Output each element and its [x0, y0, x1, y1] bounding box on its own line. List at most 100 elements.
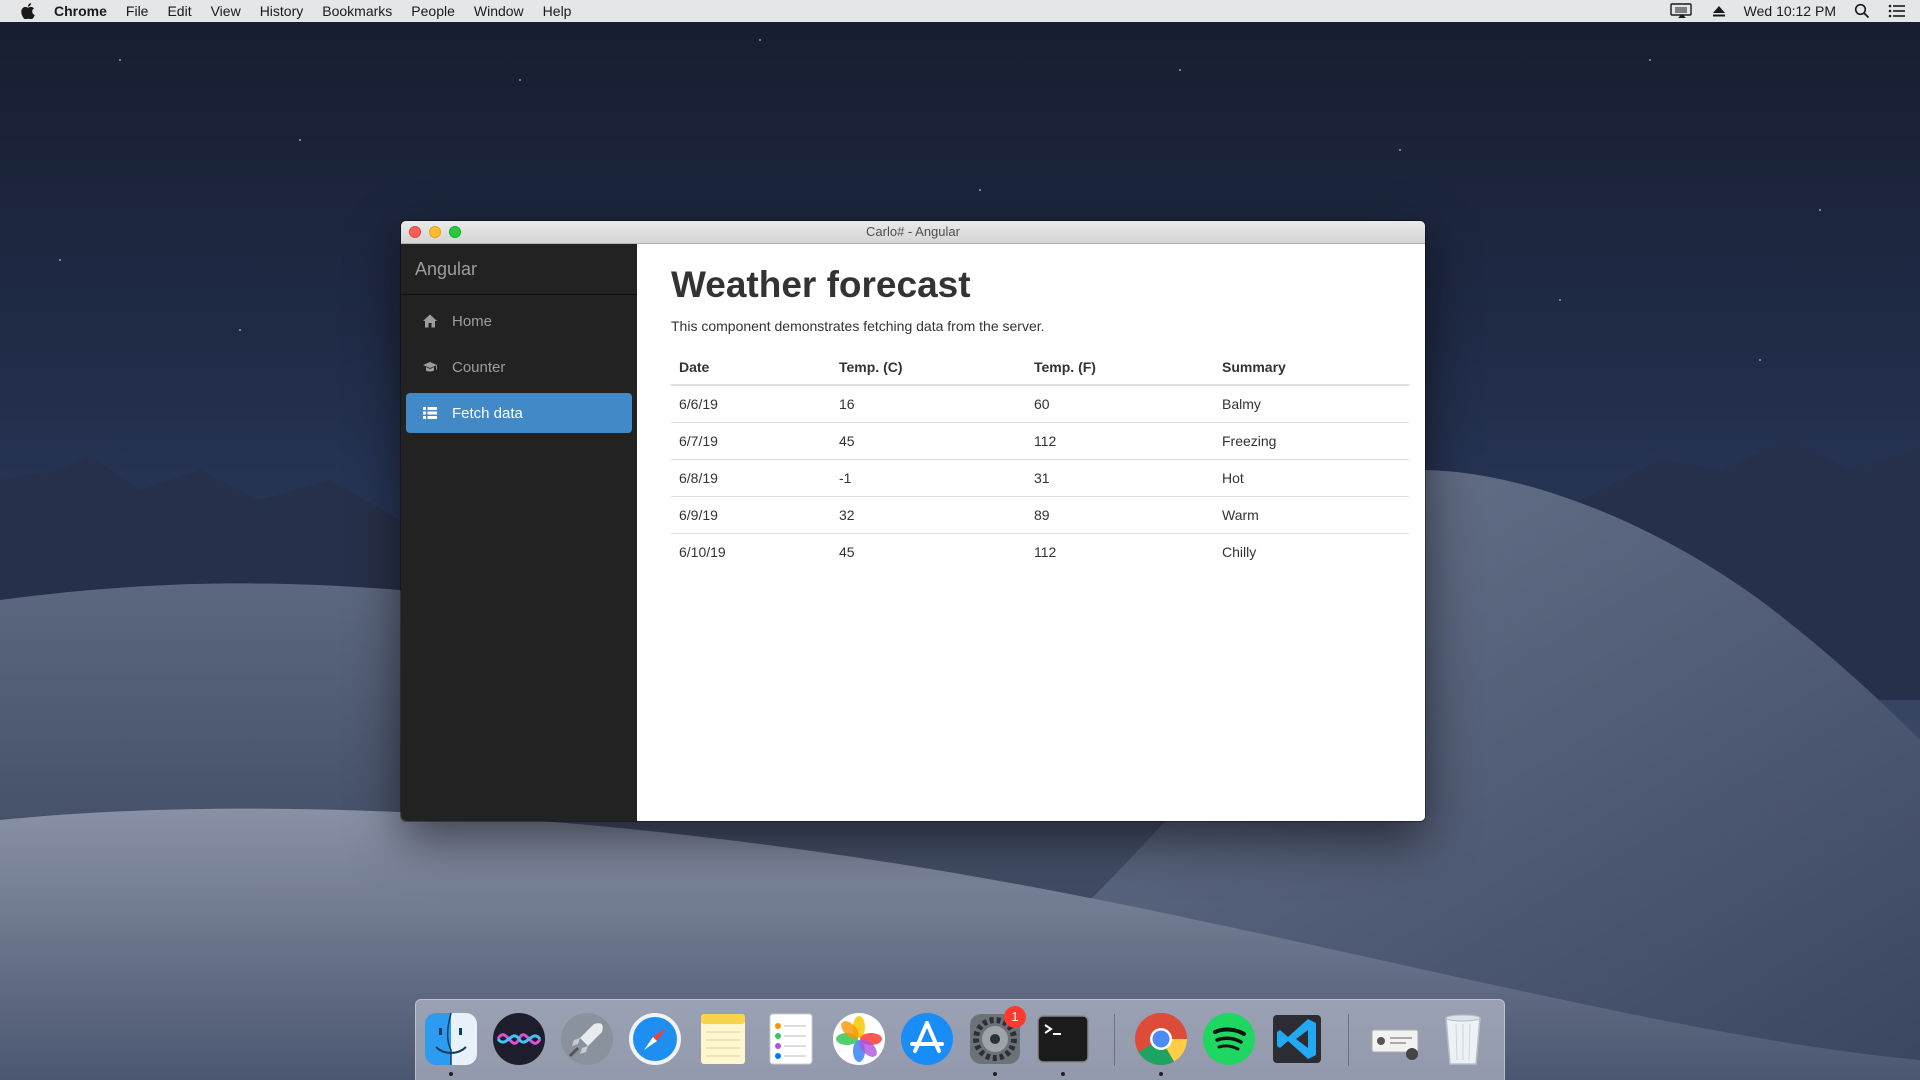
table-row: 6/7/19 45 112 Freezing: [671, 422, 1409, 460]
safari-icon: [629, 1013, 681, 1065]
notes-icon: [701, 1014, 745, 1064]
cell-date: 6/6/19: [679, 396, 718, 412]
launchpad-icon: [561, 1013, 613, 1065]
dock-item-finder[interactable]: [422, 1010, 480, 1076]
dock-item-app-store[interactable]: [898, 1010, 956, 1068]
window-zoom-button[interactable]: [449, 226, 461, 238]
nav-item-label: Home: [452, 312, 493, 330]
spotify-icon: [1203, 1013, 1255, 1065]
cell-temp-c: 32: [831, 496, 1026, 534]
window-titlebar[interactable]: Carlo# - Angular: [401, 221, 1425, 244]
dock-item-photos[interactable]: [830, 1010, 888, 1068]
column-header-date: Date: [671, 350, 831, 386]
menu-app-name[interactable]: Chrome: [54, 0, 107, 22]
list-icon: [422, 405, 438, 421]
running-indicator: [1159, 1072, 1163, 1076]
cell-date: 6/9/19: [671, 496, 831, 534]
app-content: Angular Home Counter Fetch data Weather …: [401, 244, 1425, 821]
dock-item-trash[interactable]: [1434, 1010, 1492, 1068]
spotlight-search-icon[interactable]: [1854, 3, 1870, 19]
nav-item-counter[interactable]: Counter: [406, 347, 632, 387]
menu-clock[interactable]: Wed 10:12 PM: [1744, 3, 1836, 19]
dock-item-siri[interactable]: [490, 1010, 548, 1068]
nav-item-label: Fetch data: [452, 404, 523, 422]
cell-summary: Balmy: [1222, 396, 1261, 412]
running-indicator: [1061, 1072, 1065, 1076]
window-close-button[interactable]: [409, 226, 421, 238]
sidebar: Angular Home Counter Fetch data: [401, 244, 637, 821]
table-row: 6/10/19 45 112 Chilly: [671, 533, 1409, 570]
menu-people[interactable]: People: [411, 0, 455, 22]
nav-menu: Home Counter Fetch data: [401, 301, 637, 433]
menu-edit[interactable]: Edit: [167, 0, 191, 22]
cell-temp-c: 16: [839, 396, 855, 412]
dock-item-spotify[interactable]: [1200, 1010, 1258, 1068]
cell-temp-c: -1: [831, 459, 1026, 497]
nav-item-fetch-data[interactable]: Fetch data: [406, 393, 632, 433]
cell-summary: Warm: [1214, 496, 1409, 534]
window-minimize-button[interactable]: [429, 226, 441, 238]
menu-help[interactable]: Help: [543, 0, 572, 22]
column-header-temp-f: Temp. (F): [1026, 350, 1214, 386]
menu-history[interactable]: History: [260, 0, 304, 22]
running-indicator: [449, 1072, 453, 1076]
dock-item-notes[interactable]: [694, 1010, 752, 1068]
page-description: This component demonstrates fetching dat…: [671, 318, 1045, 334]
cell-date: 6/10/19: [671, 533, 831, 570]
dock-item-launchpad[interactable]: [558, 1010, 616, 1068]
cell-temp-c: 45: [831, 533, 1026, 570]
cell-temp-f: 60: [1034, 396, 1050, 412]
running-indicator: [993, 1072, 997, 1076]
window-title: Carlo# - Angular: [866, 224, 960, 239]
dock-item-vscode[interactable]: [1268, 1010, 1326, 1068]
dock-separator: [1348, 1014, 1349, 1066]
nav-item-home[interactable]: Home: [406, 301, 632, 341]
dock: 1: [415, 999, 1505, 1080]
dock-item-safari[interactable]: [626, 1010, 684, 1068]
main-content: Weather forecast This component demonstr…: [637, 244, 1425, 821]
home-icon: [422, 313, 438, 329]
terminal-icon: [1037, 1015, 1089, 1063]
eject-icon[interactable]: [1712, 4, 1726, 18]
cell-summary: Hot: [1214, 459, 1409, 497]
table-row: 6/6/19 16 60 Balmy: [671, 385, 1409, 423]
dock-item-reminders[interactable]: [762, 1010, 820, 1068]
navbar-brand[interactable]: Angular: [401, 244, 637, 295]
dock-item-terminal[interactable]: [1034, 1010, 1092, 1076]
siri-icon: [493, 1013, 545, 1065]
app-window: Carlo# - Angular Angular Home Counter Fe…: [401, 221, 1425, 821]
window-controls: [409, 226, 469, 238]
app-store-icon: [901, 1013, 953, 1065]
dock-separator: [1114, 1014, 1115, 1066]
airplay-display-icon[interactable]: [1669, 3, 1694, 19]
cell-temp-c: 45: [831, 422, 1026, 460]
chrome-icon: [1135, 1013, 1187, 1065]
cell-date: 6/8/19: [671, 459, 831, 497]
cell-temp-f: 112: [1026, 533, 1214, 570]
cell-temp-f: 89: [1026, 496, 1214, 534]
finder-icon: [425, 1012, 477, 1065]
menu-view[interactable]: View: [211, 0, 241, 22]
menu-bar: Chrome File Edit View History Bookmarks …: [0, 0, 1920, 22]
nav-item-label: Counter: [452, 358, 506, 376]
downloads-stack-icon: [1371, 1029, 1419, 1060]
menu-window[interactable]: Window: [474, 0, 524, 22]
dock-item-system-preferences[interactable]: 1: [966, 1006, 1026, 1076]
menu-bookmarks[interactable]: Bookmarks: [322, 0, 392, 22]
photos-icon: [833, 1013, 885, 1065]
notification-badge: 1: [1004, 1006, 1026, 1028]
cell-temp-f: 112: [1026, 422, 1214, 460]
page-title: Weather forecast: [671, 264, 971, 305]
apple-menu-icon[interactable]: [20, 3, 36, 19]
cell-temp-f: 31: [1026, 459, 1214, 497]
table-row: 6/8/19 -1 31 Hot: [671, 459, 1409, 497]
cell-summary: Freezing: [1214, 422, 1409, 460]
dock-item-downloads-stack[interactable]: [1366, 1010, 1424, 1068]
dock-item-chrome[interactable]: [1132, 1010, 1190, 1076]
menu-file[interactable]: File: [126, 0, 149, 22]
trash-icon: [1445, 1014, 1481, 1065]
menu-bar-status-area: Wed 10:12 PM: [1652, 0, 1906, 22]
cell-date: 6/7/19: [671, 422, 831, 460]
notification-center-icon[interactable]: [1888, 4, 1906, 18]
reminders-icon: [769, 1013, 813, 1065]
